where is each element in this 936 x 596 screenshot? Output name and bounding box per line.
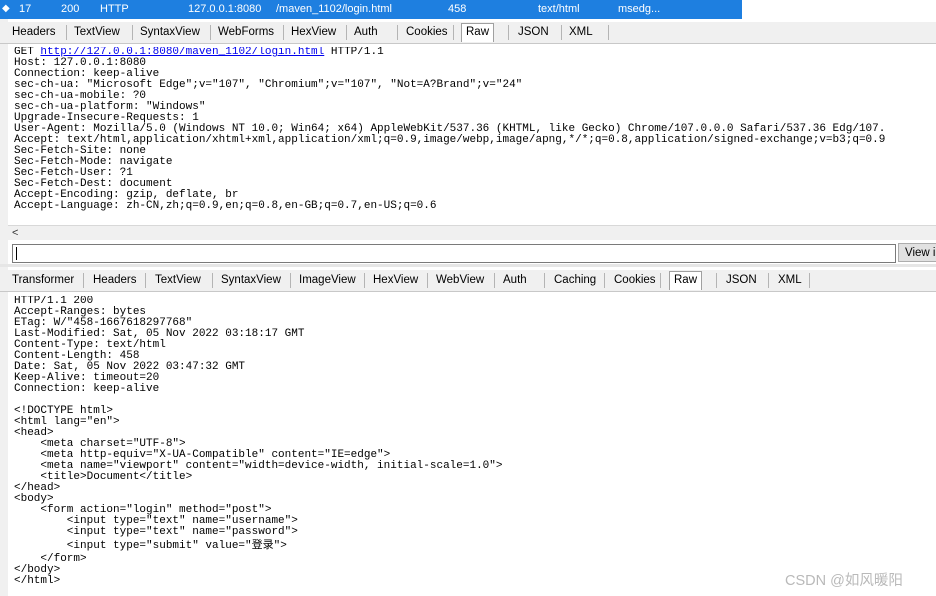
- session-body-size: 458: [448, 3, 467, 15]
- request-tab-textview[interactable]: TextView: [74, 24, 120, 42]
- response-body-line: <!DOCTYPE html>: [14, 405, 114, 417]
- request-tab-auth[interactable]: Auth: [354, 24, 378, 42]
- tab-separator: [608, 25, 609, 40]
- tab-separator: [453, 25, 454, 40]
- response-tab-webview[interactable]: WebView: [436, 272, 484, 290]
- request-header-line: Accept: text/html,application/xhtml+xml,…: [14, 134, 886, 146]
- text-caret: [16, 247, 17, 260]
- request-line: GET http://127.0.0.1:8080/maven_1102/log…: [14, 47, 384, 58]
- tab-separator: [397, 25, 398, 40]
- response-body-line: <title>Document</title>: [14, 471, 193, 483]
- response-header-line: Connection: keep-alive: [14, 383, 160, 395]
- response-inspector-tabs: Transformer Headers TextView SyntaxView Imag…: [0, 270, 936, 292]
- tab-separator: [544, 273, 545, 288]
- tab-separator: [145, 273, 146, 288]
- scroll-left-arrow-icon[interactable]: <: [12, 226, 18, 240]
- tab-separator: [494, 273, 495, 288]
- session-url: /maven_1102/login.html: [276, 3, 392, 15]
- view-in-notepad-button[interactable]: View i: [898, 243, 936, 262]
- tab-separator: [427, 273, 428, 288]
- response-tab-auth[interactable]: Auth: [503, 272, 527, 290]
- request-tab-cookies[interactable]: Cookies: [406, 24, 448, 42]
- request-raw-pane[interactable]: GET http://127.0.0.1:8080/maven_1102/log…: [8, 47, 936, 225]
- response-tab-cookies[interactable]: Cookies: [614, 272, 656, 290]
- session-content-type: text/html: [538, 3, 580, 15]
- request-header-line: Accept-Language: zh-CN,zh;q=0.9,en;q=0.8…: [14, 200, 437, 212]
- request-tab-json[interactable]: JSON: [518, 24, 549, 42]
- tab-separator: [768, 273, 769, 288]
- response-body-line: <html lang="en">: [14, 416, 120, 428]
- tab-separator: [364, 273, 365, 288]
- tab-separator: [561, 25, 562, 40]
- session-protocol: HTTP: [100, 3, 129, 15]
- tab-separator: [83, 273, 84, 288]
- response-tab-headers[interactable]: Headers: [93, 272, 136, 290]
- tab-separator: [660, 273, 661, 288]
- response-tab-imageview[interactable]: ImageView: [299, 272, 356, 290]
- response-tab-syntaxview[interactable]: SyntaxView: [221, 272, 281, 290]
- left-gutter: [0, 19, 8, 596]
- session-process: msedg...: [618, 3, 661, 15]
- request-tab-hexview[interactable]: HexView: [291, 24, 336, 42]
- quickexec-input[interactable]: [12, 244, 896, 263]
- response-body-line: <input type="submit" value="登录">: [14, 540, 287, 552]
- tab-separator: [290, 273, 291, 288]
- response-tab-caching[interactable]: Caching: [554, 272, 596, 290]
- session-result: 200: [61, 3, 80, 15]
- csdn-watermark: CSDN @如风暖阳: [785, 573, 903, 589]
- pane-splitter[interactable]: [0, 264, 936, 267]
- request-horizontal-scrollbar[interactable]: <: [8, 225, 936, 240]
- tab-separator: [132, 25, 133, 40]
- tab-separator: [283, 25, 284, 40]
- request-header-line: sec-ch-ua: "Microsoft Edge";v="107", "Ch…: [14, 79, 523, 91]
- selected-session-row[interactable]: ◆ 17 200 HTTP 127.0.0.1:8080 /maven_1102…: [0, 0, 742, 19]
- tab-separator: [346, 25, 347, 40]
- request-header-line: Sec-Fetch-Mode: navigate: [14, 156, 173, 168]
- response-tab-json[interactable]: JSON: [726, 272, 757, 290]
- tab-separator: [604, 273, 605, 288]
- response-header-line: HTTP/1.1 200: [14, 296, 94, 307]
- response-tab-xml[interactable]: XML: [778, 272, 802, 290]
- tab-separator: [716, 273, 717, 288]
- response-tab-hexview[interactable]: HexView: [373, 272, 418, 290]
- tab-separator: [210, 25, 211, 40]
- response-tab-raw[interactable]: Raw: [669, 271, 703, 290]
- response-body-line: <input type="text" name="password">: [14, 526, 298, 538]
- session-host: 127.0.0.1:8080: [188, 3, 262, 15]
- tab-separator: [66, 25, 67, 40]
- tab-separator: [809, 273, 810, 288]
- response-header-line: Content-Type: text/html: [14, 339, 166, 351]
- tab-separator: [508, 25, 509, 40]
- response-body-line: </form>: [14, 553, 87, 565]
- session-id: 17: [19, 3, 32, 15]
- request-tab-syntaxview[interactable]: SyntaxView: [140, 24, 200, 42]
- response-body-line: </head>: [14, 482, 61, 494]
- request-tab-headers[interactable]: Headers: [12, 24, 55, 42]
- response-body-line: [14, 395, 936, 406]
- tab-separator: [212, 273, 213, 288]
- response-raw-pane[interactable]: HTTP/1.1 200 Accept-Ranges: bytes ETag: W/…: [8, 296, 936, 596]
- request-tab-webforms[interactable]: WebForms: [218, 24, 274, 42]
- request-tab-raw[interactable]: Raw: [461, 23, 495, 42]
- response-tab-textview[interactable]: TextView: [155, 272, 201, 290]
- session-arrows-icon: ◆: [2, 3, 10, 14]
- request-tab-xml[interactable]: XML: [569, 24, 593, 42]
- response-tab-transformer[interactable]: Transformer: [12, 272, 74, 290]
- request-inspector-tabs: Headers TextView SyntaxView WebForms HexView…: [0, 22, 936, 44]
